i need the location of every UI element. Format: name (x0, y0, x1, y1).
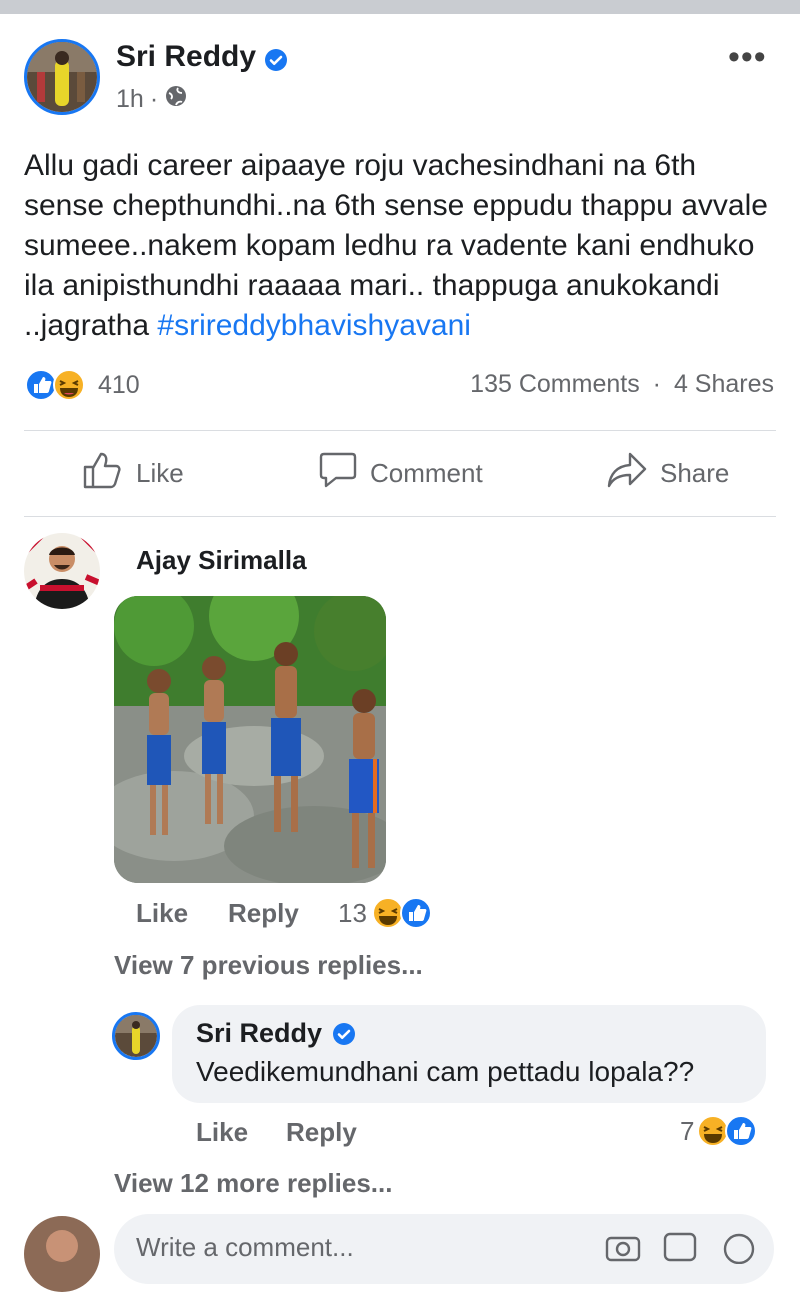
like-button[interactable]: Like (82, 450, 184, 497)
share-label: Share (660, 458, 730, 488)
comments-count-link[interactable]: 135 Comments (470, 370, 640, 398)
haha-like-icons (371, 897, 432, 929)
reply-text: Veedikemundhani cam pettadu lopala?? (196, 1056, 695, 1087)
reaction-count: 410 (98, 370, 140, 399)
verified-badge-icon (332, 1022, 356, 1046)
globe-icon (164, 84, 188, 115)
view-more-replies-link[interactable]: View 12 more replies... (114, 1168, 392, 1199)
reply-reaction-count: 7 (680, 1115, 695, 1146)
author-avatar[interactable] (24, 39, 100, 115)
comment-input-placeholder[interactable]: Write a comment... (136, 1232, 354, 1263)
post-text: Allu gadi career aipaaye roju vachesindh… (24, 146, 774, 346)
reply-reply-button[interactable]: Reply (286, 1117, 357, 1148)
engagement-separator: · (652, 370, 661, 398)
divider (24, 516, 776, 517)
commenter-name[interactable]: Ajay Sirimalla (136, 545, 307, 576)
haha-like-icons (697, 1115, 758, 1147)
more-options-button[interactable]: ••• (728, 38, 767, 77)
reaction-icons (25, 369, 85, 401)
like-label: Like (136, 458, 184, 488)
post-meta: 1h · (116, 84, 188, 115)
comment-button[interactable]: Comment (318, 450, 483, 497)
reply-author-name[interactable]: Sri Reddy (196, 1018, 322, 1049)
reply-author-avatar[interactable] (112, 1012, 160, 1060)
comment-reply-button[interactable]: Reply (228, 898, 299, 929)
composer-tools (604, 1230, 758, 1269)
reply-like-button[interactable]: Like (196, 1117, 248, 1148)
reaction-summary[interactable]: 410 (24, 368, 140, 402)
author-name[interactable]: Sri Reddy (116, 40, 288, 74)
status-bar-strip (0, 0, 800, 14)
comment-reactions[interactable]: 13 (338, 896, 435, 930)
author-name-text[interactable]: Sri Reddy (116, 40, 256, 73)
share-button[interactable]: Share (606, 450, 729, 497)
post-time[interactable]: 1h (116, 85, 144, 114)
comment-photo[interactable] (114, 596, 386, 883)
reply-reactions[interactable]: 7 (680, 1114, 760, 1148)
comment-like-button[interactable]: Like (136, 898, 188, 929)
comment-reaction-count: 13 (338, 897, 367, 928)
like-icon (82, 450, 124, 497)
share-icon (606, 450, 648, 497)
comment-label: Comment (370, 458, 483, 488)
view-previous-replies-link[interactable]: View 7 previous replies... (114, 950, 423, 981)
engagement-summary: 135 Comments · 4 Shares (470, 370, 774, 399)
verified-badge-icon (264, 46, 288, 72)
gif-icon[interactable] (662, 1230, 700, 1269)
current-user-avatar (24, 1216, 100, 1292)
comment-icon (318, 450, 358, 497)
camera-icon[interactable] (604, 1230, 642, 1269)
emoji-icon[interactable] (720, 1230, 758, 1269)
shares-count-link[interactable]: 4 Shares (674, 370, 774, 398)
commenter-avatar[interactable] (24, 533, 100, 609)
post-hashtag-link[interactable]: #srireddybhavishyavani (157, 309, 471, 342)
meta-separator: · (149, 85, 159, 113)
reply-author[interactable]: Sri Reddy (196, 1018, 356, 1049)
divider (24, 430, 776, 431)
